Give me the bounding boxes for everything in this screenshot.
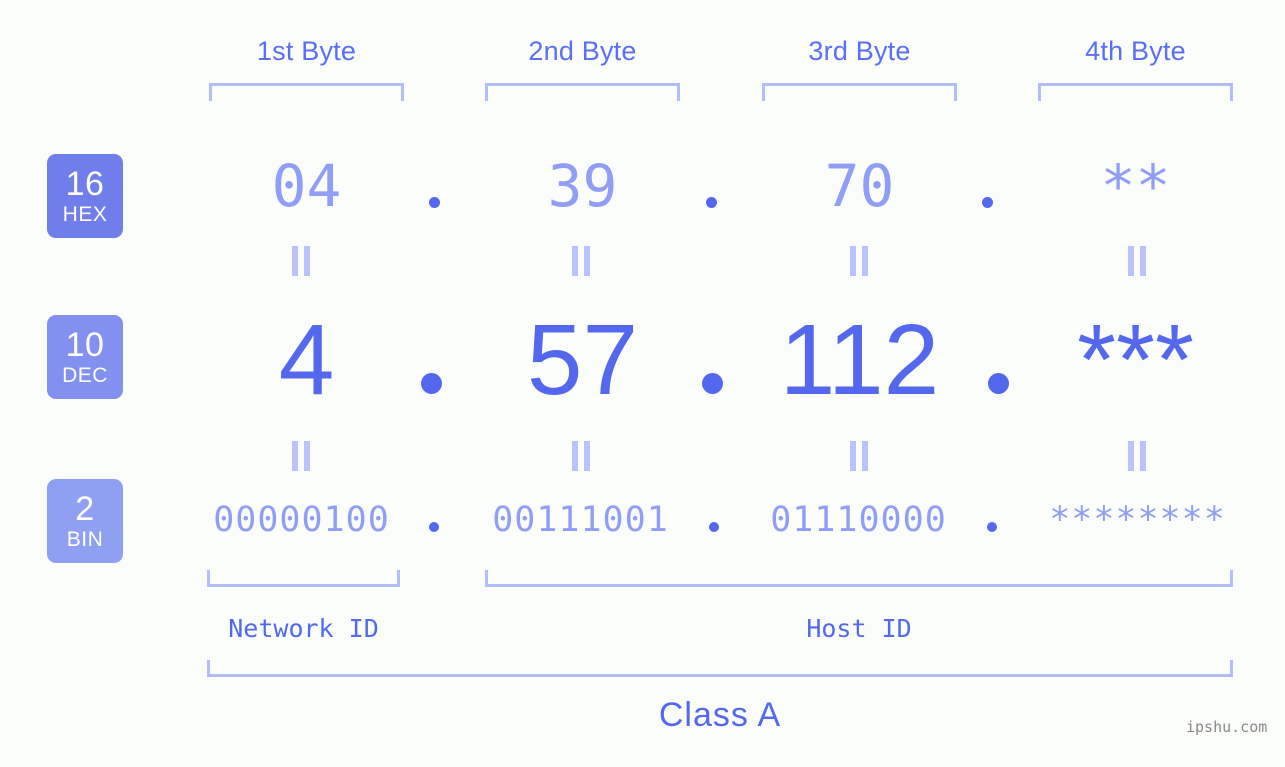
byte-bracket-2 <box>485 83 680 101</box>
host-id-bracket <box>485 570 1233 587</box>
equals-mark-hex-dec-4 <box>1126 246 1148 276</box>
bin-dot-separator-2 <box>709 522 719 532</box>
equals-mark-hex-dec-1 <box>290 246 312 276</box>
radix-badge-dec-number: 10 <box>65 326 105 364</box>
equals-mark-dec-bin-2 <box>570 441 592 471</box>
hex-dot-separator-3 <box>982 197 993 208</box>
network-id-label: Network ID <box>228 614 379 643</box>
ip-address-breakdown-diagram: 1st Byte 2nd Byte 3rd Byte 4th Byte 16 H… <box>0 0 1285 767</box>
dec-byte-value-3: 112 <box>779 304 940 416</box>
radix-badge-hex-number: 16 <box>65 165 105 203</box>
byte-header-label-4: 4th Byte <box>1085 36 1186 66</box>
equals-mark-dec-bin-4 <box>1126 441 1148 471</box>
host-id-label: Host ID <box>806 614 912 643</box>
equals-mark-dec-bin-3 <box>848 441 870 471</box>
byte-header-label-2: 2nd Byte <box>528 36 637 66</box>
bin-dot-separator-1 <box>429 522 439 532</box>
byte-bracket-4 <box>1038 83 1233 101</box>
bin-byte-value-1: 00000100 <box>213 500 390 540</box>
dec-dot-separator-1 <box>421 373 442 394</box>
byte-bracket-1 <box>209 83 404 101</box>
radix-badge-hex: 16 HEX <box>47 154 123 238</box>
bin-byte-value-4: ******** <box>1049 500 1226 540</box>
equals-mark-hex-dec-2 <box>570 246 592 276</box>
hex-byte-value-1: 04 <box>271 152 342 220</box>
hex-byte-value-4: ** <box>1100 152 1171 220</box>
byte-header-label-3: 3rd Byte <box>808 36 911 66</box>
hex-byte-value-3: 70 <box>824 152 895 220</box>
byte-header-label-1: 1st Byte <box>256 36 357 66</box>
equals-mark-dec-bin-1 <box>290 441 312 471</box>
network-id-bracket <box>207 570 400 587</box>
radix-badge-bin-name: BIN <box>66 528 104 551</box>
dec-dot-separator-2 <box>702 373 723 394</box>
dec-byte-value-1: 4 <box>278 304 335 416</box>
class-bracket <box>207 660 1233 677</box>
bin-byte-value-2: 00111001 <box>492 500 669 540</box>
radix-badge-dec-name: DEC <box>62 364 108 387</box>
equals-mark-hex-dec-3 <box>848 246 870 276</box>
watermark: ipshu.com <box>1186 718 1268 736</box>
radix-badge-dec: 10 DEC <box>47 315 123 399</box>
dec-byte-value-4: *** <box>1077 304 1194 416</box>
bin-dot-separator-3 <box>987 522 997 532</box>
radix-badge-hex-name: HEX <box>62 203 108 226</box>
dec-byte-value-2: 57 <box>526 304 639 416</box>
hex-dot-separator-2 <box>706 197 717 208</box>
byte-bracket-3 <box>762 83 957 101</box>
hex-dot-separator-1 <box>429 197 440 208</box>
radix-badge-bin-number: 2 <box>75 490 95 528</box>
hex-byte-value-2: 39 <box>547 152 618 220</box>
bin-byte-value-3: 01110000 <box>770 500 947 540</box>
class-label: Class A <box>658 696 782 734</box>
radix-badge-bin: 2 BIN <box>47 479 123 563</box>
dec-dot-separator-3 <box>988 373 1009 394</box>
